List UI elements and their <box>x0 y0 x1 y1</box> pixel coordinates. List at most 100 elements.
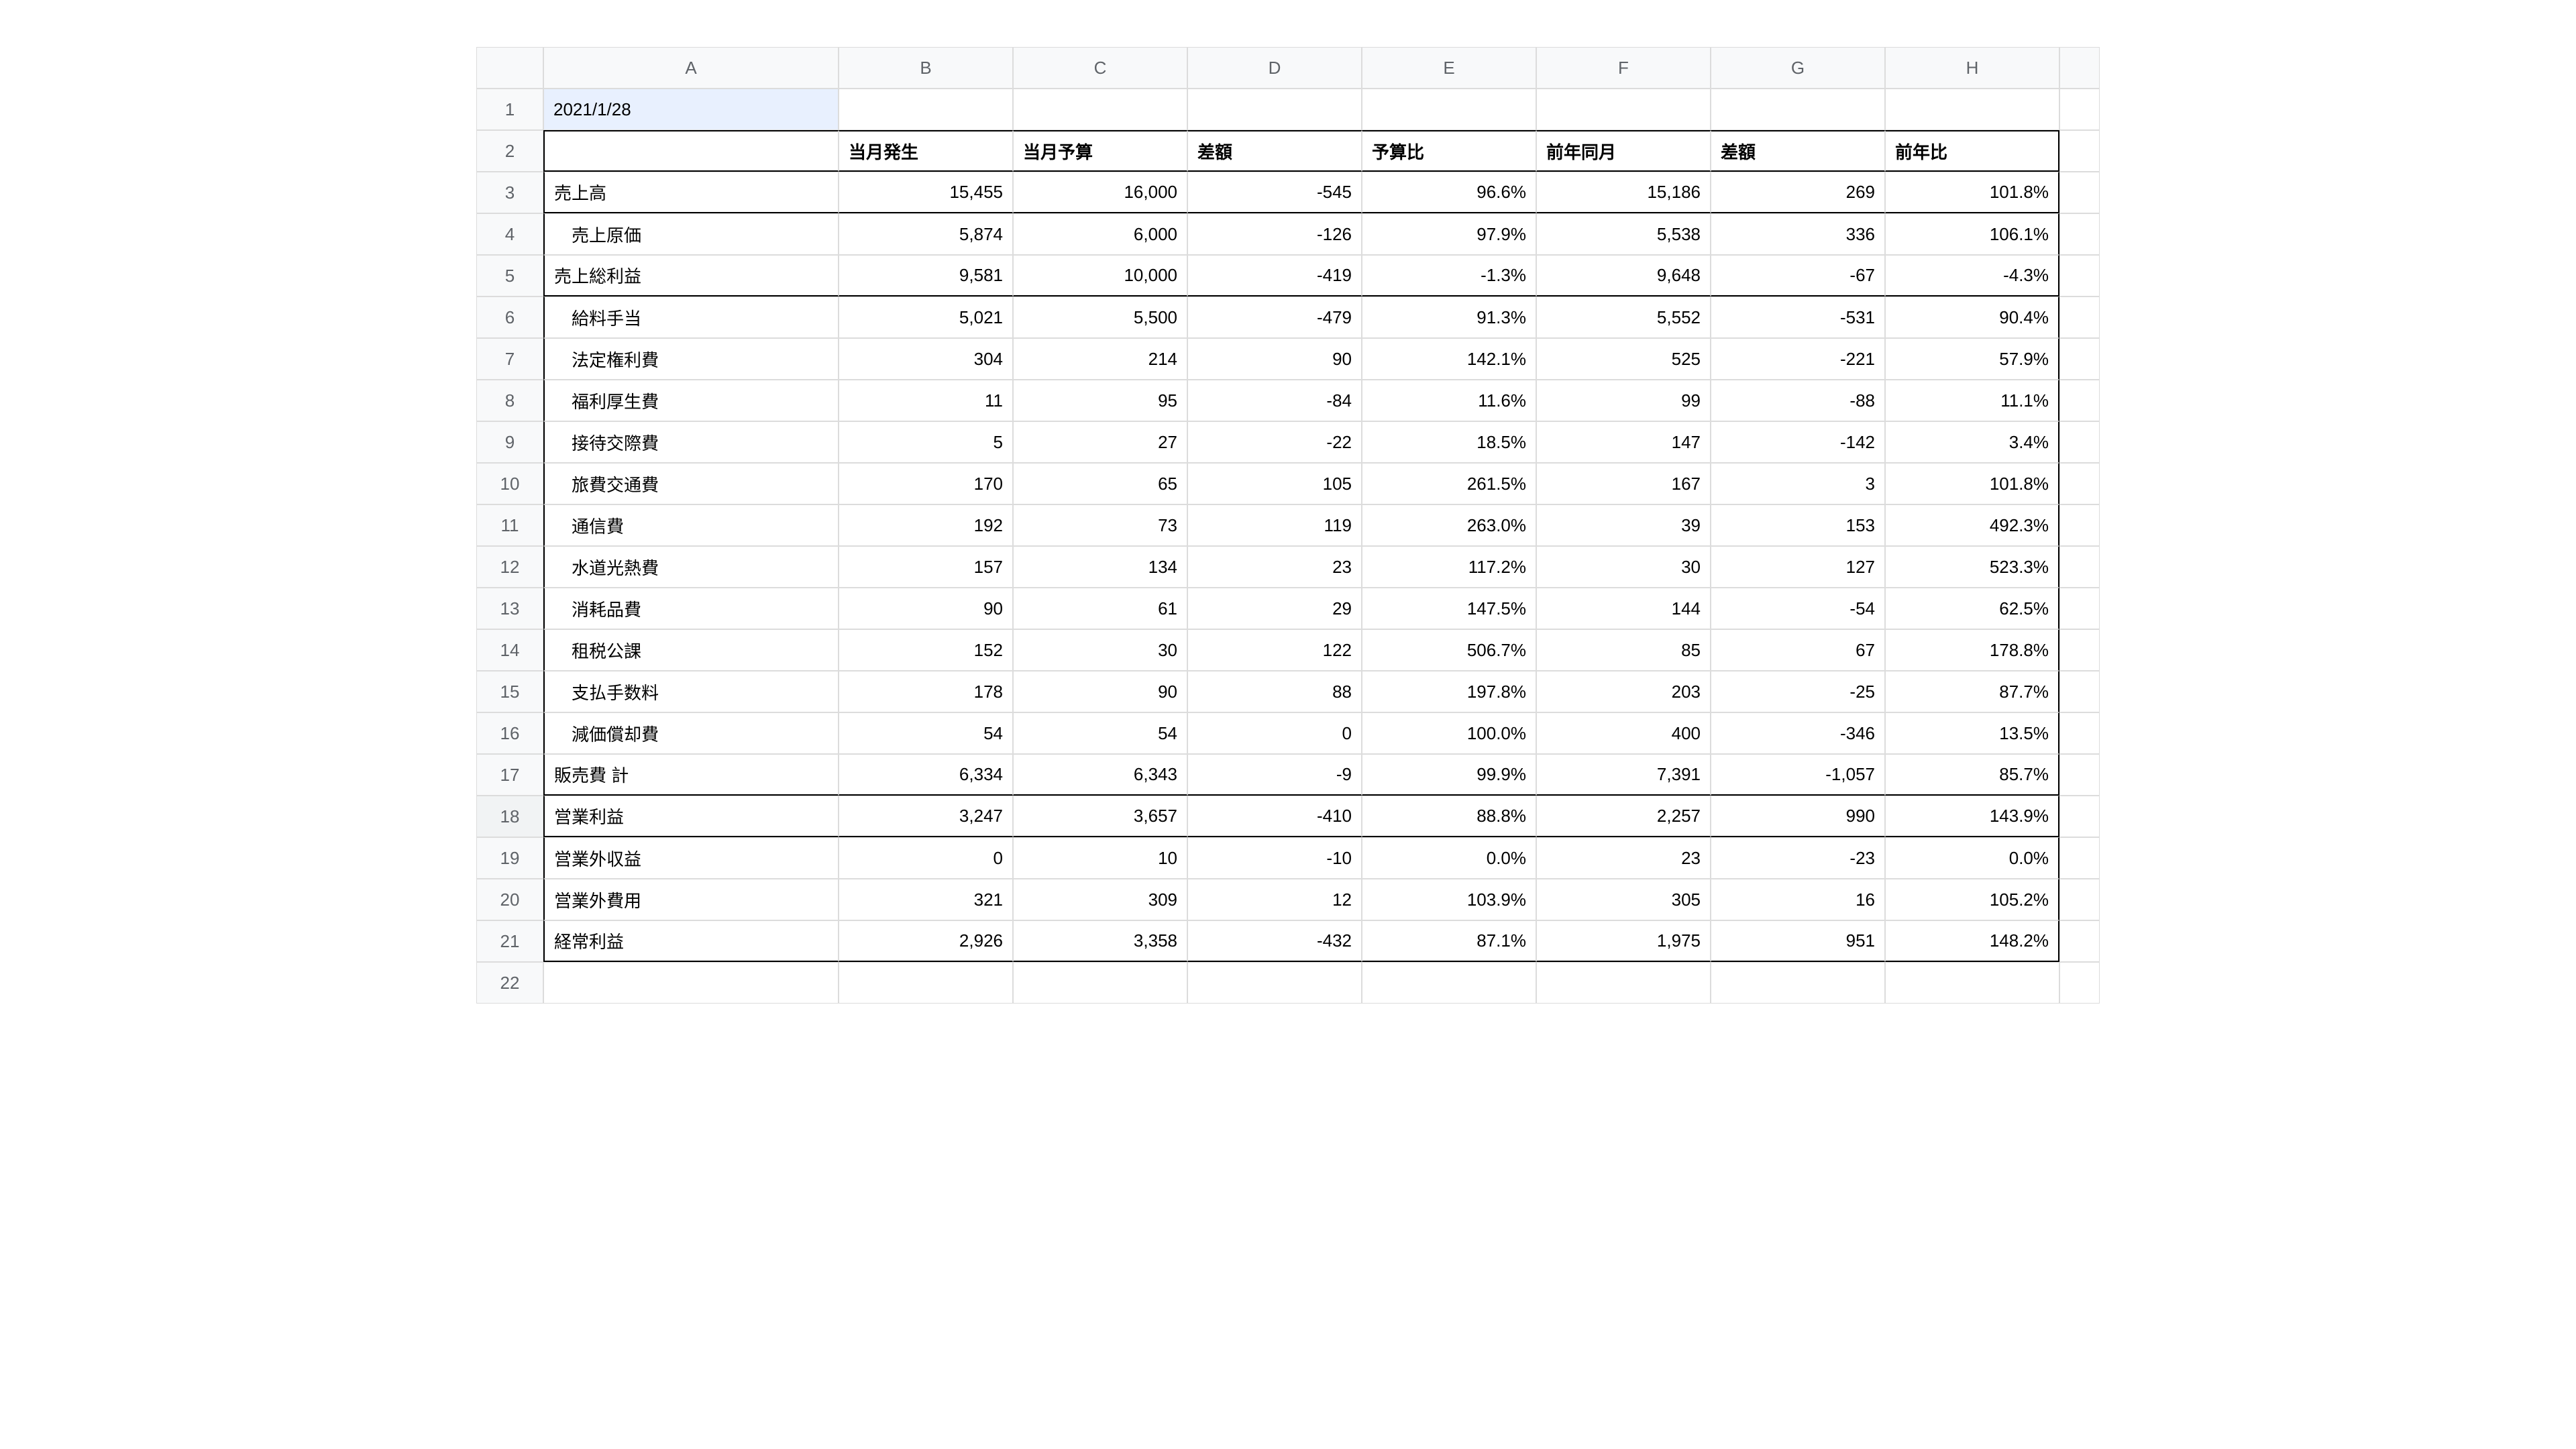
cell-C17[interactable]: 6,343 <box>1013 754 1187 796</box>
cell-C18[interactable]: 3,657 <box>1013 796 1187 837</box>
cell-I6[interactable] <box>2059 297 2100 338</box>
cell-F9[interactable]: 147 <box>1536 421 1711 463</box>
cell-C20[interactable]: 309 <box>1013 879 1187 920</box>
cell-H17[interactable]: 85.7% <box>1885 754 2059 796</box>
header-D[interactable]: 差額 <box>1187 130 1362 172</box>
cell-A7[interactable]: 法定権利費 <box>543 338 839 380</box>
cell-G20[interactable]: 16 <box>1711 879 1885 920</box>
cell-F6[interactable]: 5,552 <box>1536 297 1711 338</box>
cell-E8[interactable]: 11.6% <box>1362 380 1536 421</box>
cell-A15[interactable]: 支払手数料 <box>543 671 839 712</box>
cell-F4[interactable]: 5,538 <box>1536 213 1711 255</box>
cell-G16[interactable]: -346 <box>1711 712 1885 754</box>
cell-E1[interactable] <box>1362 89 1536 130</box>
col-header-F[interactable]: F <box>1536 47 1711 89</box>
cell-F21[interactable]: 1,975 <box>1536 920 1711 962</box>
cell-I2[interactable] <box>2059 130 2100 172</box>
cell-D17[interactable]: -9 <box>1187 754 1362 796</box>
cell-G8[interactable]: -88 <box>1711 380 1885 421</box>
cell-C4[interactable]: 6,000 <box>1013 213 1187 255</box>
cell-A22[interactable] <box>543 962 839 1004</box>
cell-D8[interactable]: -84 <box>1187 380 1362 421</box>
cell-B1[interactable] <box>839 89 1013 130</box>
cell-F17[interactable]: 7,391 <box>1536 754 1711 796</box>
cell-A14[interactable]: 租税公課 <box>543 629 839 671</box>
cell-I4[interactable] <box>2059 213 2100 255</box>
cell-H21[interactable]: 148.2% <box>1885 920 2059 962</box>
cell-D10[interactable]: 105 <box>1187 463 1362 504</box>
cell-B8[interactable]: 11 <box>839 380 1013 421</box>
cell-D15[interactable]: 88 <box>1187 671 1362 712</box>
cell-D5[interactable]: -419 <box>1187 255 1362 297</box>
cell-E12[interactable]: 117.2% <box>1362 546 1536 588</box>
col-header-G[interactable]: G <box>1711 47 1885 89</box>
cell-A9[interactable]: 接待交際費 <box>543 421 839 463</box>
cell-D4[interactable]: -126 <box>1187 213 1362 255</box>
cell-G13[interactable]: -54 <box>1711 588 1885 629</box>
cell-G6[interactable]: -531 <box>1711 297 1885 338</box>
cell-D9[interactable]: -22 <box>1187 421 1362 463</box>
cell-H20[interactable]: 105.2% <box>1885 879 2059 920</box>
cell-H5[interactable]: -4.3% <box>1885 255 2059 297</box>
cell-F16[interactable]: 400 <box>1536 712 1711 754</box>
cell-H4[interactable]: 106.1% <box>1885 213 2059 255</box>
cell-C21[interactable]: 3,358 <box>1013 920 1187 962</box>
header-G[interactable]: 差額 <box>1711 130 1885 172</box>
cell-F14[interactable]: 85 <box>1536 629 1711 671</box>
cell-C11[interactable]: 73 <box>1013 504 1187 546</box>
cell-I18[interactable] <box>2059 796 2100 837</box>
cell-D3[interactable]: -545 <box>1187 172 1362 213</box>
row-header-15[interactable]: 15 <box>476 671 543 712</box>
row-header-13[interactable]: 13 <box>476 588 543 629</box>
cell-H22[interactable] <box>1885 962 2059 1004</box>
cell-E6[interactable]: 91.3% <box>1362 297 1536 338</box>
cell-G21[interactable]: 951 <box>1711 920 1885 962</box>
cell-E18[interactable]: 88.8% <box>1362 796 1536 837</box>
cell-B18[interactable]: 3,247 <box>839 796 1013 837</box>
cell-E19[interactable]: 0.0% <box>1362 837 1536 879</box>
col-header-C[interactable]: C <box>1013 47 1187 89</box>
cell-A8[interactable]: 福利厚生費 <box>543 380 839 421</box>
cell-B20[interactable]: 321 <box>839 879 1013 920</box>
cell-A20[interactable]: 営業外費用 <box>543 879 839 920</box>
row-header-20[interactable]: 20 <box>476 879 543 920</box>
cell-E22[interactable] <box>1362 962 1536 1004</box>
cell-G22[interactable] <box>1711 962 1885 1004</box>
cell-B13[interactable]: 90 <box>839 588 1013 629</box>
cell-C16[interactable]: 54 <box>1013 712 1187 754</box>
cell-A1[interactable]: 2021/1/28 <box>543 89 839 130</box>
row-header-12[interactable]: 12 <box>476 546 543 588</box>
cell-I17[interactable] <box>2059 754 2100 796</box>
cell-C12[interactable]: 134 <box>1013 546 1187 588</box>
cell-H10[interactable]: 101.8% <box>1885 463 2059 504</box>
cell-A3[interactable]: 売上高 <box>543 172 839 213</box>
header-C[interactable]: 当月予算 <box>1013 130 1187 172</box>
cell-B12[interactable]: 157 <box>839 546 1013 588</box>
cell-H9[interactable]: 3.4% <box>1885 421 2059 463</box>
header-H[interactable]: 前年比 <box>1885 130 2059 172</box>
cell-G10[interactable]: 3 <box>1711 463 1885 504</box>
cell-C1[interactable] <box>1013 89 1187 130</box>
cell-B6[interactable]: 5,021 <box>839 297 1013 338</box>
cell-I15[interactable] <box>2059 671 2100 712</box>
cell-A21[interactable]: 経常利益 <box>543 920 839 962</box>
cell-B14[interactable]: 152 <box>839 629 1013 671</box>
col-header-blank[interactable] <box>2059 47 2100 89</box>
cell-I20[interactable] <box>2059 879 2100 920</box>
cell-D21[interactable]: -432 <box>1187 920 1362 962</box>
cell-F19[interactable]: 23 <box>1536 837 1711 879</box>
cell-H6[interactable]: 90.4% <box>1885 297 2059 338</box>
cell-B3[interactable]: 15,455 <box>839 172 1013 213</box>
cell-C15[interactable]: 90 <box>1013 671 1187 712</box>
cell-D12[interactable]: 23 <box>1187 546 1362 588</box>
cell-I14[interactable] <box>2059 629 2100 671</box>
cell-A17[interactable]: 販売費 計 <box>543 754 839 796</box>
cell-H1[interactable] <box>1885 89 2059 130</box>
col-header-H[interactable]: H <box>1885 47 2059 89</box>
cell-C10[interactable]: 65 <box>1013 463 1187 504</box>
cell-D14[interactable]: 122 <box>1187 629 1362 671</box>
cell-A19[interactable]: 営業外収益 <box>543 837 839 879</box>
cell-H14[interactable]: 178.8% <box>1885 629 2059 671</box>
cell-E14[interactable]: 506.7% <box>1362 629 1536 671</box>
cell-D11[interactable]: 119 <box>1187 504 1362 546</box>
